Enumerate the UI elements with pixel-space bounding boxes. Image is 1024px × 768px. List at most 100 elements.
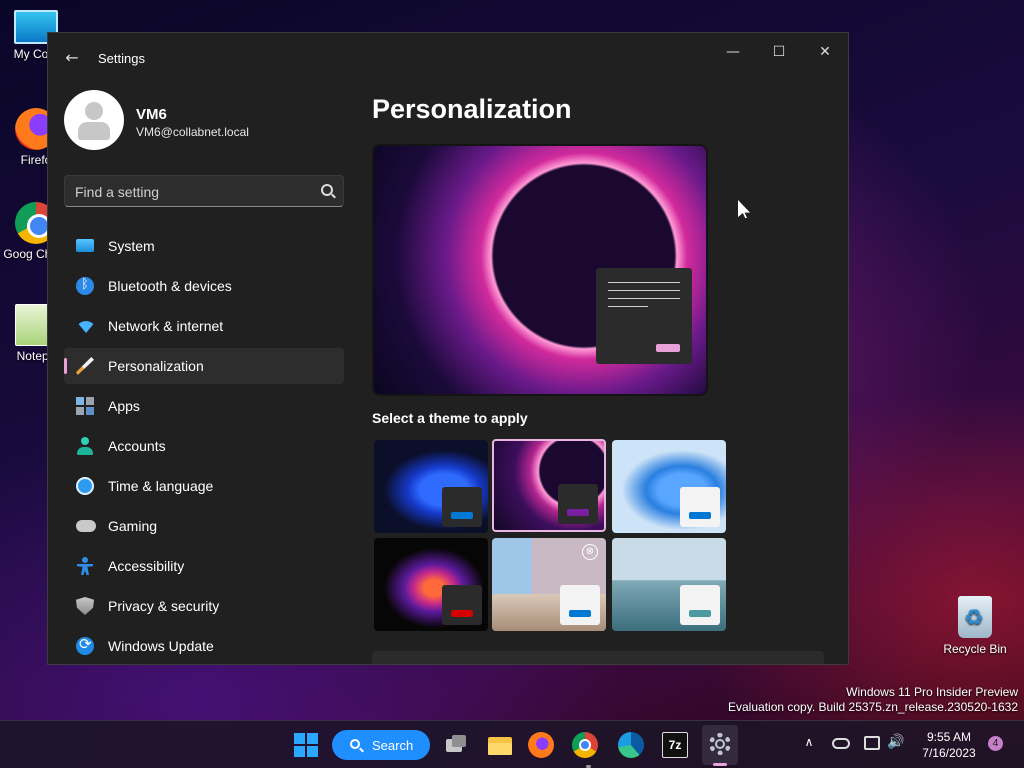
active-app-indicator [713, 763, 727, 766]
preview-line [608, 290, 680, 291]
recycle-bin-icon [958, 596, 992, 638]
update-icon [76, 635, 94, 655]
close-button[interactable]: ✕ [802, 37, 848, 67]
user-email: VM6@collabnet.local [136, 125, 249, 139]
avatar[interactable] [64, 90, 124, 150]
search-icon[interactable] [321, 184, 333, 196]
back-button[interactable]: ← [60, 47, 84, 69]
sidebar-item-bluetooth-devices[interactable]: Bluetooth & devices [64, 268, 344, 304]
title-bar[interactable]: ← Settings — ☐ ✕ [48, 33, 848, 81]
notification-badge[interactable]: 4 [988, 736, 1003, 751]
page-title: Personalization [372, 94, 572, 124]
clock-date: 7/16/2023 [922, 746, 976, 760]
sidebar-item-label: Accessibility [108, 558, 185, 574]
sidebar-item-label: Personalization [108, 358, 204, 374]
slideshow-badge-icon: ⊗ [582, 544, 598, 560]
globe-clock-icon [76, 477, 94, 495]
sidebar-item-label: Network & internet [108, 318, 224, 334]
system-icon [76, 239, 94, 252]
bluetooth-icon [76, 277, 94, 295]
sidebar-item-label: Apps [108, 398, 140, 414]
brush-icon [76, 357, 94, 375]
gear-icon [709, 733, 731, 755]
desktop-icon-recycle-bin[interactable]: Recycle Bin [938, 596, 1012, 656]
seven-zip-icon[interactable]: 7z [662, 732, 688, 758]
sidebar-item-apps[interactable]: Apps [64, 388, 344, 424]
theme-tile-sunrise[interactable] [612, 538, 726, 631]
sidebar-item-system[interactable]: System [64, 228, 344, 264]
preview-window [596, 268, 692, 364]
theme-accent-bar [569, 610, 591, 617]
sidebar-item-personalization[interactable]: Personalization [64, 348, 344, 384]
theme-grid: ⊗ [372, 438, 732, 632]
firefox-icon[interactable] [528, 732, 554, 758]
wifi-icon [76, 321, 96, 333]
taskbar-search-label: Search [372, 738, 414, 753]
sidebar-item-accessibility[interactable]: Accessibility [64, 548, 344, 584]
user-name: VM6 [136, 106, 167, 123]
watermark-line-2: Evaluation copy. Build 25375.zn_release.… [728, 700, 1018, 714]
chrome-icon[interactable] [572, 732, 598, 758]
shield-icon [76, 597, 94, 615]
theme-tile-windows-light[interactable] [612, 440, 726, 533]
theme-accent-bar [451, 512, 473, 519]
theme-tile-flow[interactable]: ⊗ [492, 538, 606, 631]
sidebar-item-windows-update[interactable]: Windows Update [64, 628, 344, 664]
edge-icon[interactable] [618, 732, 644, 758]
search-icon [350, 739, 360, 749]
task-view-button[interactable] [440, 729, 472, 761]
theme-accent-bar [567, 509, 589, 516]
theme-tile-captured-motion[interactable] [374, 538, 488, 631]
person-icon [76, 437, 94, 455]
network-icon[interactable] [864, 736, 880, 750]
volume-icon[interactable]: 🔊 [887, 734, 904, 750]
theme-mini-window [442, 585, 482, 625]
settings-taskbar-button[interactable] [702, 725, 738, 765]
search-box [64, 175, 344, 207]
theme-mini-window [680, 585, 720, 625]
theme-accent-bar [689, 610, 711, 617]
sidebar-item-label: Gaming [108, 518, 158, 534]
sidebar-item-time-language[interactable]: Time & language [64, 468, 344, 504]
theme-mini-window [680, 487, 720, 527]
sidebar-item-label: Time & language [108, 478, 214, 494]
start-button[interactable] [290, 729, 322, 761]
sidebar-item-label: Bluetooth & devices [108, 278, 232, 294]
maximize-button[interactable]: ☐ [756, 37, 802, 67]
next-settings-card[interactable] [372, 651, 824, 664]
sidebar-item-privacy-security[interactable]: Privacy & security [64, 588, 344, 624]
theme-mini-window [442, 487, 482, 527]
theme-accent-bar [451, 610, 473, 617]
controller-icon [76, 520, 96, 532]
taskbar-clock[interactable]: 9:55 AM 7/16/2023 [916, 729, 982, 761]
evaluation-watermark: Windows 11 Pro Insider Preview Evaluatio… [728, 685, 1018, 715]
search-input[interactable] [75, 182, 305, 202]
sidebar-item-gaming[interactable]: Gaming [64, 508, 344, 544]
sidebar-item-network-internet[interactable]: Network & internet [64, 308, 344, 344]
sidebar-item-label: System [108, 238, 155, 254]
minimize-button[interactable]: — [710, 37, 756, 67]
theme-tile-windows-dark[interactable] [374, 440, 488, 533]
theme-tile-windows-glow[interactable] [492, 439, 606, 532]
sidebar-item-accounts[interactable]: Accounts [64, 428, 344, 464]
theme-mini-window [558, 484, 598, 524]
show-hidden-icons-chevron-icon[interactable]: ∧ [802, 735, 816, 749]
preview-line [608, 298, 680, 299]
theme-accent-bar [689, 512, 711, 519]
theme-mini-window [560, 585, 600, 625]
preview-accent-button [656, 344, 680, 352]
theme-preview [372, 144, 708, 396]
clock-time: 9:55 AM [926, 730, 972, 744]
taskbar-search-button[interactable]: Search [332, 730, 430, 760]
recycle-bin-label: Recycle Bin [943, 642, 1007, 656]
apps-icon [76, 397, 94, 415]
sidebar-item-label: Accounts [108, 438, 166, 454]
sidebar-item-label: Privacy & security [108, 598, 220, 614]
settings-window: ← Settings — ☐ ✕ VM6 VM6@collabnet.local… [47, 32, 849, 665]
watermark-line-1: Windows 11 Pro Insider Preview [846, 685, 1018, 699]
file-explorer-icon[interactable] [484, 729, 516, 761]
sidebar-item-label: Windows Update [108, 638, 214, 654]
theme-section-label: Select a theme to apply [372, 410, 528, 426]
preview-line [608, 306, 648, 307]
onedrive-icon[interactable] [832, 738, 850, 749]
